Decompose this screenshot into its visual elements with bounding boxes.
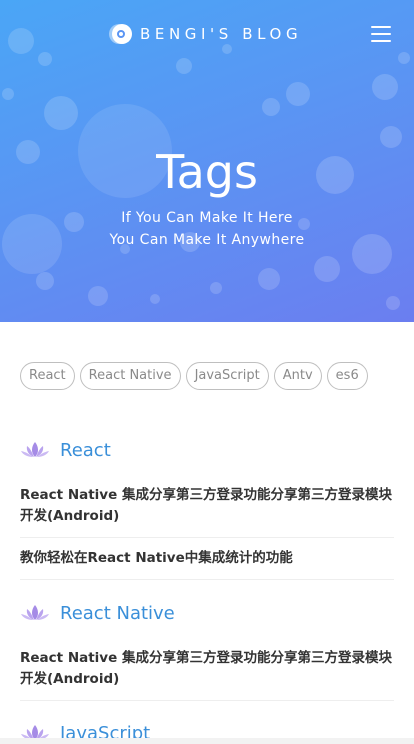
decor-bubble: [210, 282, 222, 294]
post-link[interactable]: 教你轻松在React Native中集成统计的功能: [20, 548, 394, 569]
lotus-icon: [21, 442, 49, 457]
section-title: React Native: [60, 602, 175, 624]
divider: [20, 537, 394, 538]
page-subtitle-line-1: If You Can Make It Here: [121, 210, 293, 226]
tag-javascript[interactable]: JavaScript: [185, 362, 269, 390]
decor-bubble: [258, 268, 280, 290]
post-link[interactable]: React Native 集成分享第三方登录功能分享第三方登录模块开发(Andr…: [20, 485, 394, 527]
hero-header: BENGI'S BLOG Tags If You Can Make It Her…: [0, 0, 414, 322]
tag-cloud: React React Native JavaScript Antv es6: [20, 362, 400, 392]
brand-title: BENGI'S BLOG: [140, 25, 303, 43]
bengi-logo-icon: [112, 24, 132, 44]
decor-bubble: [150, 294, 160, 304]
bottom-edge: [0, 738, 414, 744]
decor-bubble: [372, 74, 398, 100]
page-title: Tags: [156, 145, 258, 199]
section-heading-react[interactable]: React: [20, 435, 111, 465]
tag-es6[interactable]: es6: [326, 362, 368, 390]
decor-bubble: [314, 256, 340, 282]
section-title: React: [60, 439, 111, 461]
decor-bubble: [286, 82, 310, 106]
post-link[interactable]: React Native 集成分享第三方登录功能分享第三方登录模块开发(Andr…: [20, 648, 394, 690]
decor-bubble: [88, 286, 108, 306]
decor-bubble: [386, 296, 400, 310]
section-heading-react-native[interactable]: React Native: [20, 598, 175, 628]
hamburger-menu-icon[interactable]: [371, 26, 391, 42]
lotus-icon: [21, 605, 49, 620]
page: BENGI'S BLOG Tags If You Can Make It Her…: [0, 0, 414, 744]
page-subtitle-line-2: You Can Make It Anywhere: [109, 232, 305, 248]
tag-react[interactable]: React: [20, 362, 75, 390]
navbar: BENGI'S BLOG: [0, 0, 414, 68]
brand-link[interactable]: BENGI'S BLOG: [112, 22, 302, 46]
divider: [20, 700, 394, 701]
decor-bubble: [44, 96, 78, 130]
decor-bubble: [262, 98, 280, 116]
tag-react-native[interactable]: React Native: [79, 362, 181, 390]
tag-antv[interactable]: Antv: [273, 362, 322, 390]
divider: [20, 579, 394, 580]
decor-bubble: [36, 272, 54, 290]
decor-bubble: [2, 88, 14, 100]
